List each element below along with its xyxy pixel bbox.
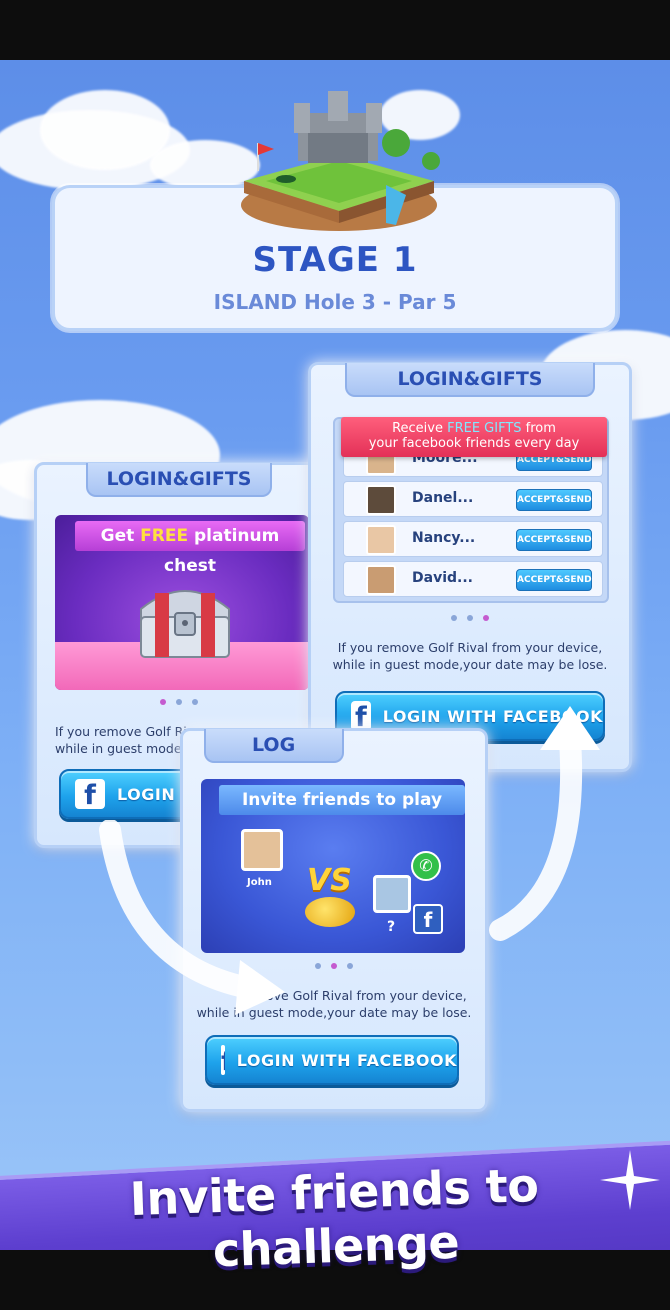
- avatar: [366, 525, 396, 555]
- cloud: [40, 90, 170, 170]
- guest-mode-note: If you remove Golf Rival from your devic…: [311, 639, 629, 673]
- promo-screen: STAGE 1 ISLAND Hole 3 - Par 5 LOGIN&GIFT…: [0, 60, 670, 1250]
- ribbon-line: Receive FREE GIFTS from: [341, 421, 607, 436]
- friend-name: David...: [412, 570, 473, 586]
- carousel-dots[interactable]: [160, 699, 198, 705]
- promo-highlight: FREE: [140, 526, 189, 546]
- stage-subtitle: ISLAND Hole 3 - Par 5: [213, 290, 457, 314]
- coin-pile-icon: [305, 897, 355, 927]
- card-header: LOGIN&GIFTS: [345, 363, 595, 397]
- button-label: LOGIN WITH FACEBOOK: [236, 1050, 457, 1070]
- curved-arrow-icon: [99, 820, 285, 1015]
- platinum-chest-icon: [140, 590, 230, 658]
- carousel-dots[interactable]: [451, 615, 489, 621]
- friend-name: Nancy...: [412, 530, 476, 546]
- ribbon-prefix: Receive: [392, 421, 448, 436]
- banner-headline: Invite friends to challenge: [128, 1157, 540, 1278]
- promo-ribbon: Get FREE platinum chest: [75, 521, 305, 576]
- friend-row: Nancy... ACCEPT&SEND: [343, 521, 603, 557]
- facebook-icon: f: [75, 779, 105, 809]
- island-course-illustration: [241, 91, 440, 231]
- card-header: LOG: [203, 729, 344, 763]
- whatsapp-icon: ✆: [411, 851, 441, 881]
- facebook-icon: f: [413, 904, 443, 934]
- accept-send-button[interactable]: ACCEPT&SEND: [516, 529, 592, 551]
- platinum-chest-promo: Get FREE platinum chest: [55, 515, 309, 690]
- friend-row: Danel... ACCEPT&SEND: [343, 481, 603, 517]
- avatar: [366, 485, 396, 515]
- accept-send-button[interactable]: ACCEPT&SEND: [516, 489, 592, 511]
- curved-arrow-icon: [489, 706, 600, 941]
- friend-name: Danel...: [412, 490, 474, 506]
- login-facebook-button[interactable]: f LOGIN WITH FACEBOOK: [205, 1035, 459, 1085]
- free-gifts-ribbon: Receive FREE GIFTS from your facebook fr…: [341, 417, 607, 457]
- note-line: If you remove Golf Rival from your devic…: [337, 640, 603, 655]
- facebook-icon: f: [221, 1045, 225, 1075]
- facebook-icon: f: [351, 701, 371, 731]
- friend-row: David... ACCEPT&SEND: [343, 561, 603, 597]
- promo-prefix: Get: [100, 526, 141, 546]
- ribbon-line: your facebook friends every day: [368, 436, 580, 451]
- accept-send-button[interactable]: ACCEPT&SEND: [516, 569, 592, 591]
- avatar: [366, 565, 396, 595]
- note-line: while in guest mode,your date may be los…: [332, 657, 608, 672]
- ribbon-highlight: FREE GIFTS: [447, 421, 522, 436]
- ribbon-suffix: from: [521, 421, 556, 436]
- invite-ribbon: Invite friends to play: [219, 785, 465, 815]
- card-header: LOGIN&GIFTS: [86, 463, 272, 497]
- unknown-friend-icon: [373, 875, 411, 913]
- question-mark: ?: [387, 919, 396, 935]
- carousel-dots[interactable]: [315, 963, 353, 969]
- stage-title: STAGE 1: [252, 240, 418, 280]
- vs-label: VS: [307, 863, 352, 898]
